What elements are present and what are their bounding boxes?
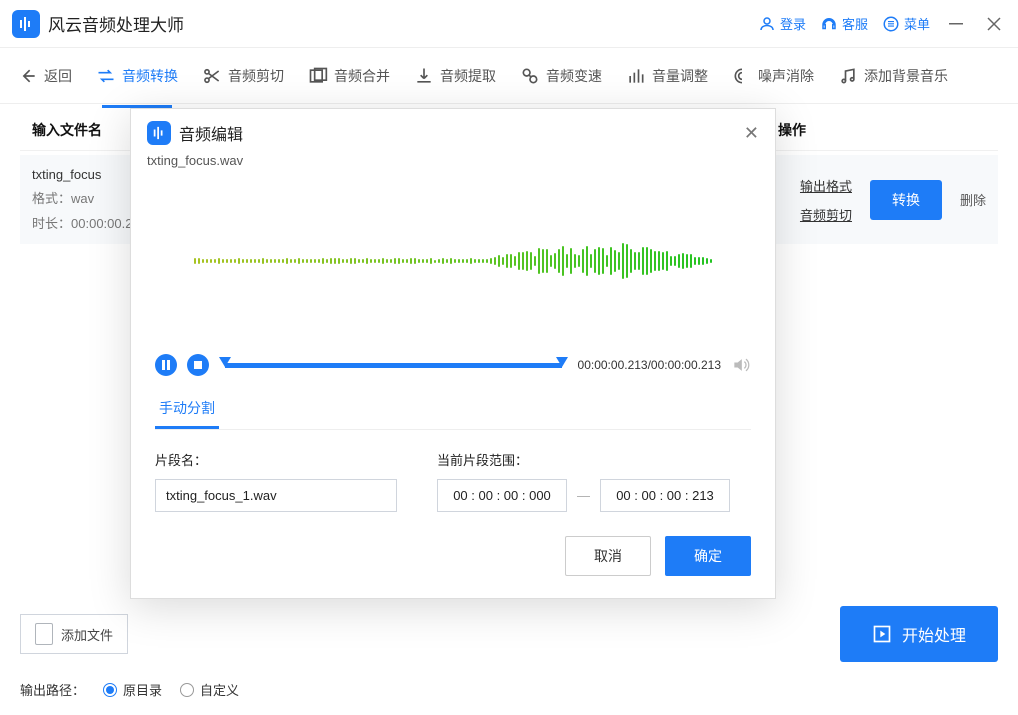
radio-dot-icon bbox=[103, 683, 117, 697]
tab-bgm[interactable]: 添加背景音乐 bbox=[828, 58, 958, 94]
scissors-icon bbox=[202, 66, 222, 86]
user-icon bbox=[758, 15, 776, 33]
playback-time: 00:00:00.213/00:00:00.213 bbox=[578, 358, 721, 372]
progress-track[interactable] bbox=[225, 363, 562, 368]
back-arrow-icon bbox=[18, 66, 38, 86]
volume-icon bbox=[626, 66, 646, 86]
merge-icon bbox=[308, 66, 328, 86]
bottom-bar: 添加文件 开始处理 输出路径： 原目录 自定义 bbox=[0, 588, 1018, 715]
audio-cut-link[interactable]: 音频剪切 bbox=[800, 205, 852, 224]
start-process-button[interactable]: 开始处理 bbox=[840, 606, 998, 662]
range-to-input[interactable] bbox=[600, 479, 730, 512]
speed-icon bbox=[520, 66, 540, 86]
dialog-close-button[interactable]: ✕ bbox=[744, 123, 759, 144]
toolbar: 返回 音频转换 音频剪切 音频合并 音频提取 音频变速 音量调整 噪声消除 添加… bbox=[0, 48, 1018, 104]
audio-edit-dialog: 音频编辑 ✕ txting_focus.wav 00:00:00.213/00:… bbox=[130, 108, 776, 599]
tab-speed[interactable]: 音频变速 bbox=[510, 58, 612, 94]
app-logo-icon bbox=[12, 10, 40, 38]
range-from-input[interactable] bbox=[437, 479, 567, 512]
tab-manual-split[interactable]: 手动分割 bbox=[155, 390, 219, 429]
tab-cut[interactable]: 音频剪切 bbox=[192, 58, 294, 94]
music-icon bbox=[838, 66, 858, 86]
radio-custom-dir[interactable]: 自定义 bbox=[180, 680, 239, 699]
app-title: 风云音频处理大师 bbox=[48, 11, 758, 36]
tab-noise[interactable]: 噪声消除 bbox=[722, 58, 824, 94]
menu-icon bbox=[882, 15, 900, 33]
tab-merge[interactable]: 音频合并 bbox=[298, 58, 400, 94]
menu-button[interactable]: 菜单 bbox=[882, 14, 930, 33]
extract-icon bbox=[414, 66, 434, 86]
play-icon bbox=[872, 624, 892, 644]
clip-name-input[interactable] bbox=[155, 479, 397, 512]
range-dash: — bbox=[577, 488, 590, 503]
file-icon bbox=[35, 623, 53, 645]
convert-button[interactable]: 转换 bbox=[870, 180, 942, 220]
close-button[interactable] bbox=[982, 12, 1006, 36]
col-ops: 操作 bbox=[778, 120, 998, 140]
dialog-logo-icon bbox=[147, 121, 171, 145]
noise-icon bbox=[732, 66, 752, 86]
delete-button[interactable]: 删除 bbox=[960, 190, 986, 209]
add-file-button[interactable]: 添加文件 bbox=[20, 614, 128, 654]
cancel-button[interactable]: 取消 bbox=[565, 536, 651, 576]
tab-convert[interactable]: 音频转换 bbox=[86, 58, 188, 94]
clip-name-label: 片段名： bbox=[155, 450, 397, 469]
tab-extract[interactable]: 音频提取 bbox=[404, 58, 506, 94]
range-label: 当前片段范围： bbox=[437, 450, 730, 469]
dialog-title: 音频编辑 bbox=[179, 121, 243, 145]
volume-icon[interactable] bbox=[731, 355, 751, 375]
service-button[interactable]: 客服 bbox=[820, 14, 868, 33]
output-path-label: 输出路径： bbox=[20, 680, 85, 699]
stop-button[interactable] bbox=[187, 354, 209, 376]
headset-icon bbox=[820, 15, 838, 33]
title-bar: 风云音频处理大师 登录 客服 菜单 bbox=[0, 0, 1018, 48]
minimize-button[interactable] bbox=[944, 12, 968, 36]
pause-button[interactable] bbox=[155, 354, 177, 376]
waveform-display[interactable] bbox=[131, 176, 775, 346]
convert-icon bbox=[96, 66, 116, 86]
ok-button[interactable]: 确定 bbox=[665, 536, 751, 576]
tab-volume[interactable]: 音量调整 bbox=[616, 58, 718, 94]
output-format-link[interactable]: 输出格式 bbox=[800, 176, 852, 195]
radio-original-dir[interactable]: 原目录 bbox=[103, 680, 162, 699]
login-button[interactable]: 登录 bbox=[758, 14, 806, 33]
back-button[interactable]: 返回 bbox=[8, 58, 82, 94]
dialog-filename: txting_focus.wav bbox=[131, 153, 775, 176]
player-controls: 00:00:00.213/00:00:00.213 bbox=[131, 346, 775, 380]
radio-dot-icon bbox=[180, 683, 194, 697]
